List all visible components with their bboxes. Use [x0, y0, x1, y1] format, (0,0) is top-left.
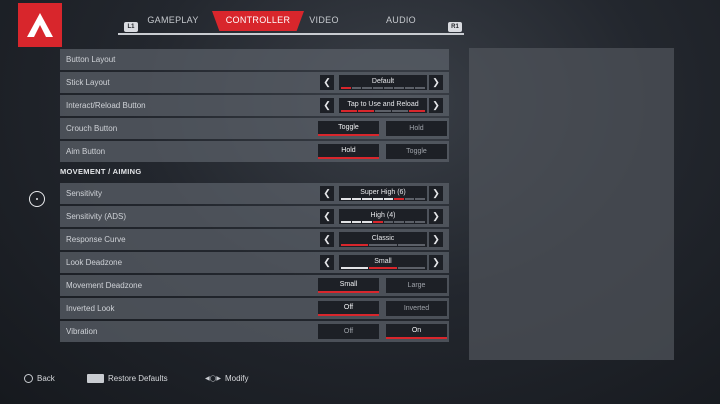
tab-gameplay[interactable]: GAMEPLAY [140, 11, 206, 31]
settings-tab-bar: GAMEPLAY CONTROLLER VIDEO AUDIO [118, 11, 464, 35]
arrow-left-icon[interactable]: ❮ [320, 98, 334, 113]
arrow-right-icon[interactable]: ❯ [429, 75, 443, 90]
setting-label: Sensitivity (ADS) [66, 212, 127, 221]
sensitivity-ads-selector[interactable]: High (4) [339, 209, 427, 224]
setting-label: Look Deadzone [66, 258, 123, 267]
response-curve-selector[interactable]: Classic [339, 232, 427, 247]
look-deadzone-selector[interactable]: Small [339, 255, 427, 270]
selector-progress [341, 221, 425, 223]
touchpad-button-icon [87, 373, 104, 383]
tab-video[interactable]: VIDEO [296, 11, 352, 31]
cursor-icon [29, 191, 45, 207]
circle-button-icon [24, 373, 33, 383]
selector-value: Default [371, 78, 395, 85]
option-hold-button[interactable]: Hold [318, 144, 379, 159]
back-label: Back [37, 373, 55, 383]
option-inverted-button[interactable]: Inverted [386, 301, 447, 316]
setting-label: Inverted Look [66, 304, 115, 313]
look-deadzone-row[interactable]: Look Deadzone ❮ Small ❯ [60, 252, 449, 273]
interact-reload-row[interactable]: Interact/Reload Button ❮ Tap to Use and … [60, 95, 449, 116]
interact-reload-selector[interactable]: Tap to Use and Reload [339, 98, 427, 113]
stick-layout-row[interactable]: Stick Layout ❮ Default ❯ [60, 72, 449, 93]
restore-defaults-label: Restore Defaults [108, 373, 168, 383]
option-large-button[interactable]: Large [386, 278, 447, 293]
option-toggle-button[interactable]: Toggle [386, 144, 447, 159]
arrow-right-icon[interactable]: ❯ [429, 209, 443, 224]
option-hold-button[interactable]: Hold [386, 121, 447, 136]
option-toggle-button[interactable]: Toggle [318, 121, 379, 136]
selector-progress [341, 244, 425, 246]
setting-label: Button Layout [66, 55, 116, 64]
arrow-right-icon[interactable]: ❯ [429, 186, 443, 201]
restore-defaults-hint[interactable]: Restore Defaults [87, 372, 168, 384]
arrow-left-icon[interactable]: ❮ [320, 186, 334, 201]
right-stick-icon: ◀◯▶ [205, 375, 221, 382]
option-on-button[interactable]: On [386, 324, 447, 339]
movement-aiming-heading: MOVEMENT / AIMING [60, 167, 142, 176]
arrow-left-icon[interactable]: ❮ [320, 209, 334, 224]
selector-value: Classic [371, 235, 395, 242]
setting-label: Sensitivity [66, 189, 103, 198]
tab-controller[interactable]: CONTROLLER [212, 11, 304, 31]
setting-label: Aim Button [66, 147, 106, 156]
setting-label: Crouch Button [66, 124, 118, 133]
arrow-left-icon[interactable]: ❮ [320, 232, 334, 247]
button-layout-row[interactable]: Button Layout [60, 49, 449, 70]
option-small-button[interactable]: Small [318, 278, 379, 293]
selector-value: High (4) [370, 212, 396, 219]
option-off-button[interactable]: Off [318, 301, 379, 316]
sensitivity-selector[interactable]: Super High (6) [339, 186, 427, 201]
sensitivity-ads-row[interactable]: Sensitivity (ADS) ❮ High (4) ❯ [60, 206, 449, 227]
setting-label: Stick Layout [66, 78, 110, 87]
apex-logo-icon [27, 13, 53, 37]
setting-label: Response Curve [66, 235, 126, 244]
setting-label: Interact/Reload Button [66, 101, 146, 110]
apex-logo [18, 3, 62, 47]
selector-progress [341, 198, 425, 200]
arrow-left-icon[interactable]: ❮ [320, 255, 334, 270]
modify-hint[interactable]: ◀◯▶ Modify [205, 372, 249, 384]
sensitivity-row[interactable]: Sensitivity ❮ Super High (6) ❯ [60, 183, 449, 204]
selector-value: Tap to Use and Reload [347, 101, 419, 108]
crouch-button-row[interactable]: Crouch Button Toggle Hold [60, 118, 449, 139]
back-hint[interactable]: Back [24, 372, 55, 384]
arrow-right-icon[interactable]: ❯ [429, 255, 443, 270]
selector-value: Small [374, 258, 392, 265]
aim-button-row[interactable]: Aim Button Hold Toggle [60, 141, 449, 162]
arrow-left-icon[interactable]: ❮ [320, 75, 334, 90]
selector-value: Super High (6) [360, 189, 406, 196]
response-curve-row[interactable]: Response Curve ❮ Classic ❯ [60, 229, 449, 250]
stick-layout-selector[interactable]: Default [339, 75, 427, 90]
selector-progress [341, 267, 425, 269]
arrow-right-icon[interactable]: ❯ [429, 98, 443, 113]
description-panel [469, 48, 674, 360]
l1-bumper-icon: L1 [124, 22, 138, 32]
arrow-right-icon[interactable]: ❯ [429, 232, 443, 247]
option-off-button[interactable]: Off [318, 324, 379, 339]
selector-progress [341, 87, 425, 89]
r1-bumper-icon: R1 [448, 22, 462, 32]
modify-label: Modify [224, 373, 249, 383]
movement-deadzone-row[interactable]: Movement Deadzone Small Large [60, 275, 449, 296]
tab-audio[interactable]: AUDIO [368, 11, 434, 31]
selector-progress [341, 110, 425, 112]
setting-label: Vibration [66, 327, 98, 336]
vibration-row[interactable]: Vibration Off On [60, 321, 449, 342]
inverted-look-row[interactable]: Inverted Look Off Inverted [60, 298, 449, 319]
setting-label: Movement Deadzone [66, 281, 143, 290]
